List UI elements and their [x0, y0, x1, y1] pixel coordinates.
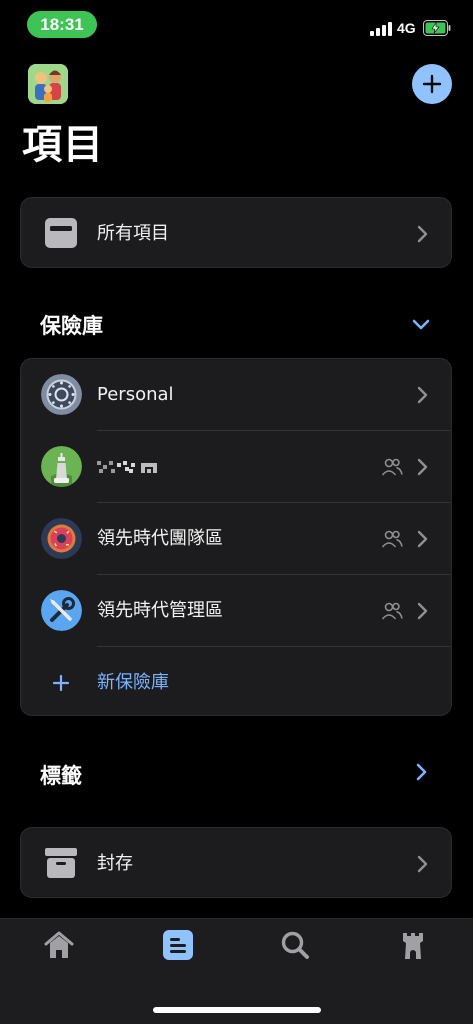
chevron-right-icon	[417, 386, 428, 404]
plus-icon	[422, 74, 442, 94]
account-avatar[interactable]	[28, 64, 68, 104]
tags-section-title: 標籤	[40, 764, 82, 788]
chevron-right-icon	[417, 225, 428, 243]
status-bar: 18:31 4G	[0, 0, 473, 48]
archive-box-icon	[45, 848, 77, 878]
vault-row-team[interactable]: 領先時代團隊區	[21, 503, 453, 574]
items-list-icon	[163, 930, 193, 960]
vaults-card: Personal 領先時代團隊區 領先時代管理區 新保險庫	[20, 358, 452, 716]
chevron-right-icon[interactable]	[410, 761, 432, 783]
page-title: 項目	[22, 122, 104, 168]
chevron-right-icon	[417, 458, 428, 476]
family-avatar-icon	[28, 64, 68, 104]
shared-people-icon	[381, 458, 403, 476]
vault-row-admin[interactable]: 領先時代管理區	[21, 575, 453, 646]
tab-watchtower[interactable]	[395, 927, 431, 963]
all-items-label: 所有項目	[97, 223, 169, 244]
chevron-down-icon[interactable]	[410, 313, 432, 335]
archive-card: 封存	[20, 827, 452, 898]
home-icon	[44, 931, 74, 958]
vault-label: Personal	[97, 384, 174, 405]
vault-safe-icon	[41, 374, 82, 415]
vault-label: 領先時代管理區	[97, 600, 223, 621]
archive-label: 封存	[97, 853, 133, 874]
tab-items[interactable]	[160, 927, 196, 963]
vault-label: 領先時代團隊區	[97, 528, 223, 549]
new-vault-button[interactable]: 新保險庫	[21, 647, 453, 718]
vault-row-redacted[interactable]	[21, 431, 453, 502]
vault-row-personal[interactable]: Personal	[21, 359, 453, 430]
chevron-right-icon	[417, 855, 428, 873]
search-icon	[281, 931, 309, 959]
home-indicator	[153, 1007, 321, 1013]
status-time: 18:31	[27, 11, 97, 38]
vault-chess-icon	[41, 446, 82, 487]
cellular-signal-icon	[370, 22, 392, 36]
all-items-card: 所有項目	[20, 197, 452, 268]
vaults-section-title: 保險庫	[40, 314, 103, 338]
watchtower-icon	[403, 933, 423, 959]
chevron-right-icon	[417, 602, 428, 620]
add-item-button[interactable]	[412, 64, 452, 104]
shared-people-icon	[381, 602, 403, 620]
tab-home[interactable]	[41, 927, 77, 963]
chevron-right-icon	[417, 530, 428, 548]
redacted-vault-name	[97, 459, 177, 475]
vault-donut-icon	[41, 518, 82, 559]
inbox-tray-icon	[45, 218, 77, 248]
new-vault-label: 新保險庫	[97, 672, 169, 693]
tab-search[interactable]	[277, 927, 313, 963]
network-type: 4G	[397, 20, 416, 36]
plus-icon	[52, 674, 70, 692]
archive-row[interactable]: 封存	[21, 828, 453, 899]
battery-charging-icon	[423, 20, 451, 36]
vault-tools-icon	[41, 590, 82, 631]
all-items-row[interactable]: 所有項目	[21, 198, 453, 269]
shared-people-icon	[381, 530, 403, 548]
